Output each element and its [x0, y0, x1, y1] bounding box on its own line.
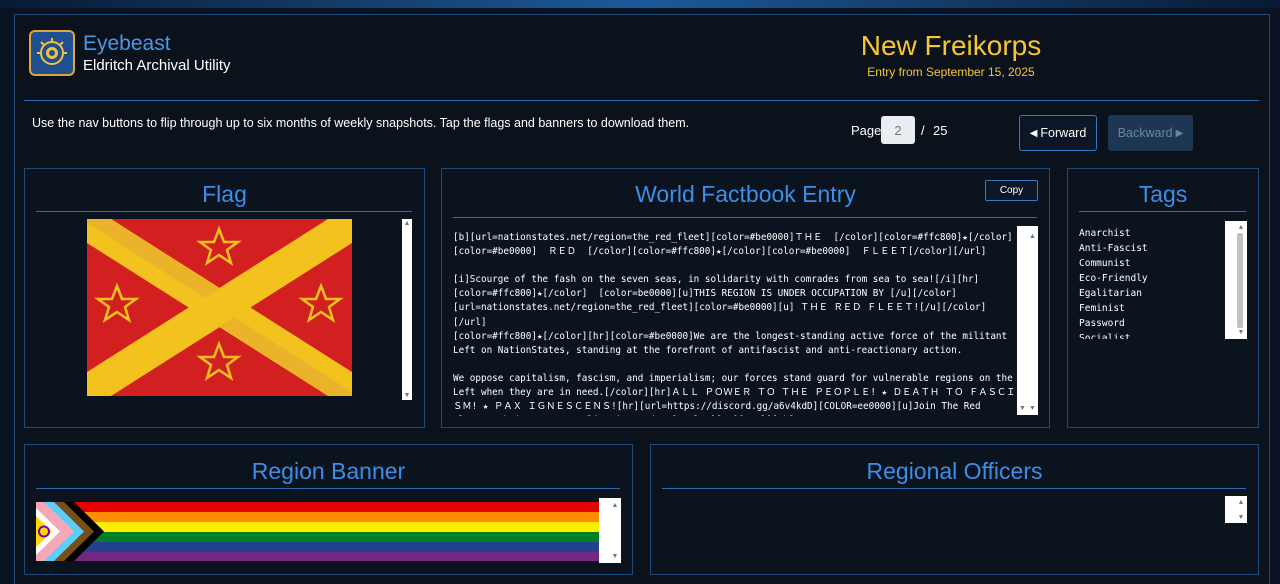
region-flag-image[interactable] [87, 219, 352, 396]
tag-item: Socialist [1079, 333, 1131, 339]
copy-button[interactable]: Copy [985, 180, 1038, 201]
tag-item: Feminist [1079, 303, 1125, 314]
scroll-up-icon[interactable]: ▲ [1235, 223, 1247, 232]
officers-panel-title: Regional Officers [866, 458, 1043, 484]
entry-date: Entry from September 15, 2025 [867, 65, 1035, 79]
scroll-down-icon[interactable]: ▼ [609, 552, 621, 561]
triangle-right-icon: ▶ [1175, 127, 1184, 139]
page-number-input[interactable] [881, 116, 915, 144]
eyebeast-logo-icon [29, 30, 75, 76]
scroll-up-icon[interactable]: ▲ [1027, 232, 1038, 241]
backward-button-label: Backward [1117, 126, 1173, 140]
forward-button-label: Forward [1040, 126, 1087, 140]
flag-panel-rule [36, 211, 412, 212]
tag-item: Password [1079, 318, 1125, 329]
scroll-up-icon[interactable]: ▲ [402, 219, 412, 228]
banner-panel-title: Region Banner [251, 458, 406, 484]
region-name: New Freikorps [860, 30, 1042, 61]
officers-panel-rule [662, 488, 1246, 489]
scroll-down-icon[interactable]: ▼ [1027, 404, 1038, 413]
scroll-down-icon[interactable]: ▼ [1235, 513, 1247, 522]
factbook-scrollbar[interactable]: ▲ ▼ ▼ [1017, 226, 1038, 415]
banner-scrollbar[interactable]: ▲ ▼ [599, 498, 621, 563]
factbook-panel-rule [453, 217, 1037, 218]
tag-item: Eco-Friendly [1079, 273, 1148, 284]
scroll-up-icon[interactable]: ▲ [609, 501, 621, 510]
factbook-text[interactable]: [b][url=nationstates.net/region=the_red_… [453, 231, 1018, 416]
tags-scrollbar-thumb[interactable] [1237, 233, 1243, 328]
tag-item: Communist [1079, 258, 1131, 269]
page-separator: / [921, 123, 925, 138]
page-total: 25 [933, 123, 948, 138]
app-subtitle: Eldritch Archival Utility [83, 57, 231, 74]
app-title: Eyebeast [83, 32, 171, 55]
page-label: Page [851, 123, 882, 138]
instructions-text: Use the nav buttons to flip through up t… [32, 116, 690, 130]
tag-item: Anti-Fascist [1079, 243, 1148, 254]
tags-panel-rule [1079, 211, 1246, 212]
scroll-down-icon[interactable]: ▼ [402, 391, 412, 400]
flag-panel-title: Flag [202, 181, 247, 207]
tag-item: Egalitarian [1079, 288, 1142, 299]
header-divider [24, 100, 1259, 101]
banner-panel-rule [36, 488, 620, 489]
forward-button[interactable]: ◀ Forward [1019, 115, 1097, 151]
region-banner-image[interactable] [36, 502, 599, 561]
triangle-left-icon: ◀ [1029, 127, 1038, 139]
tags-panel-title: Tags [1138, 181, 1188, 207]
top-glow-bar [0, 0, 1280, 8]
tag-item: Anarchist [1079, 228, 1131, 239]
tags-scrollbar[interactable]: ▲ ▼ [1225, 221, 1247, 339]
scroll-up-icon[interactable]: ▲ [1235, 498, 1247, 507]
officers-panel: Regional Officers [650, 444, 1259, 575]
tags-list[interactable]: Anarchist Anti-Fascist Communist Eco-Fri… [1079, 226, 1219, 339]
flag-scrollbar[interactable]: ▲ ▼ [402, 219, 412, 400]
backward-button[interactable]: Backward ▶ [1108, 115, 1193, 151]
factbook-panel-title: World Factbook Entry [635, 181, 856, 207]
scroll-down-icon[interactable]: ▼ [1235, 328, 1247, 337]
officers-scrollbar[interactable]: ▲ ▼ [1225, 496, 1247, 523]
scroll-down-icon[interactable]: ▼ [1017, 404, 1028, 413]
